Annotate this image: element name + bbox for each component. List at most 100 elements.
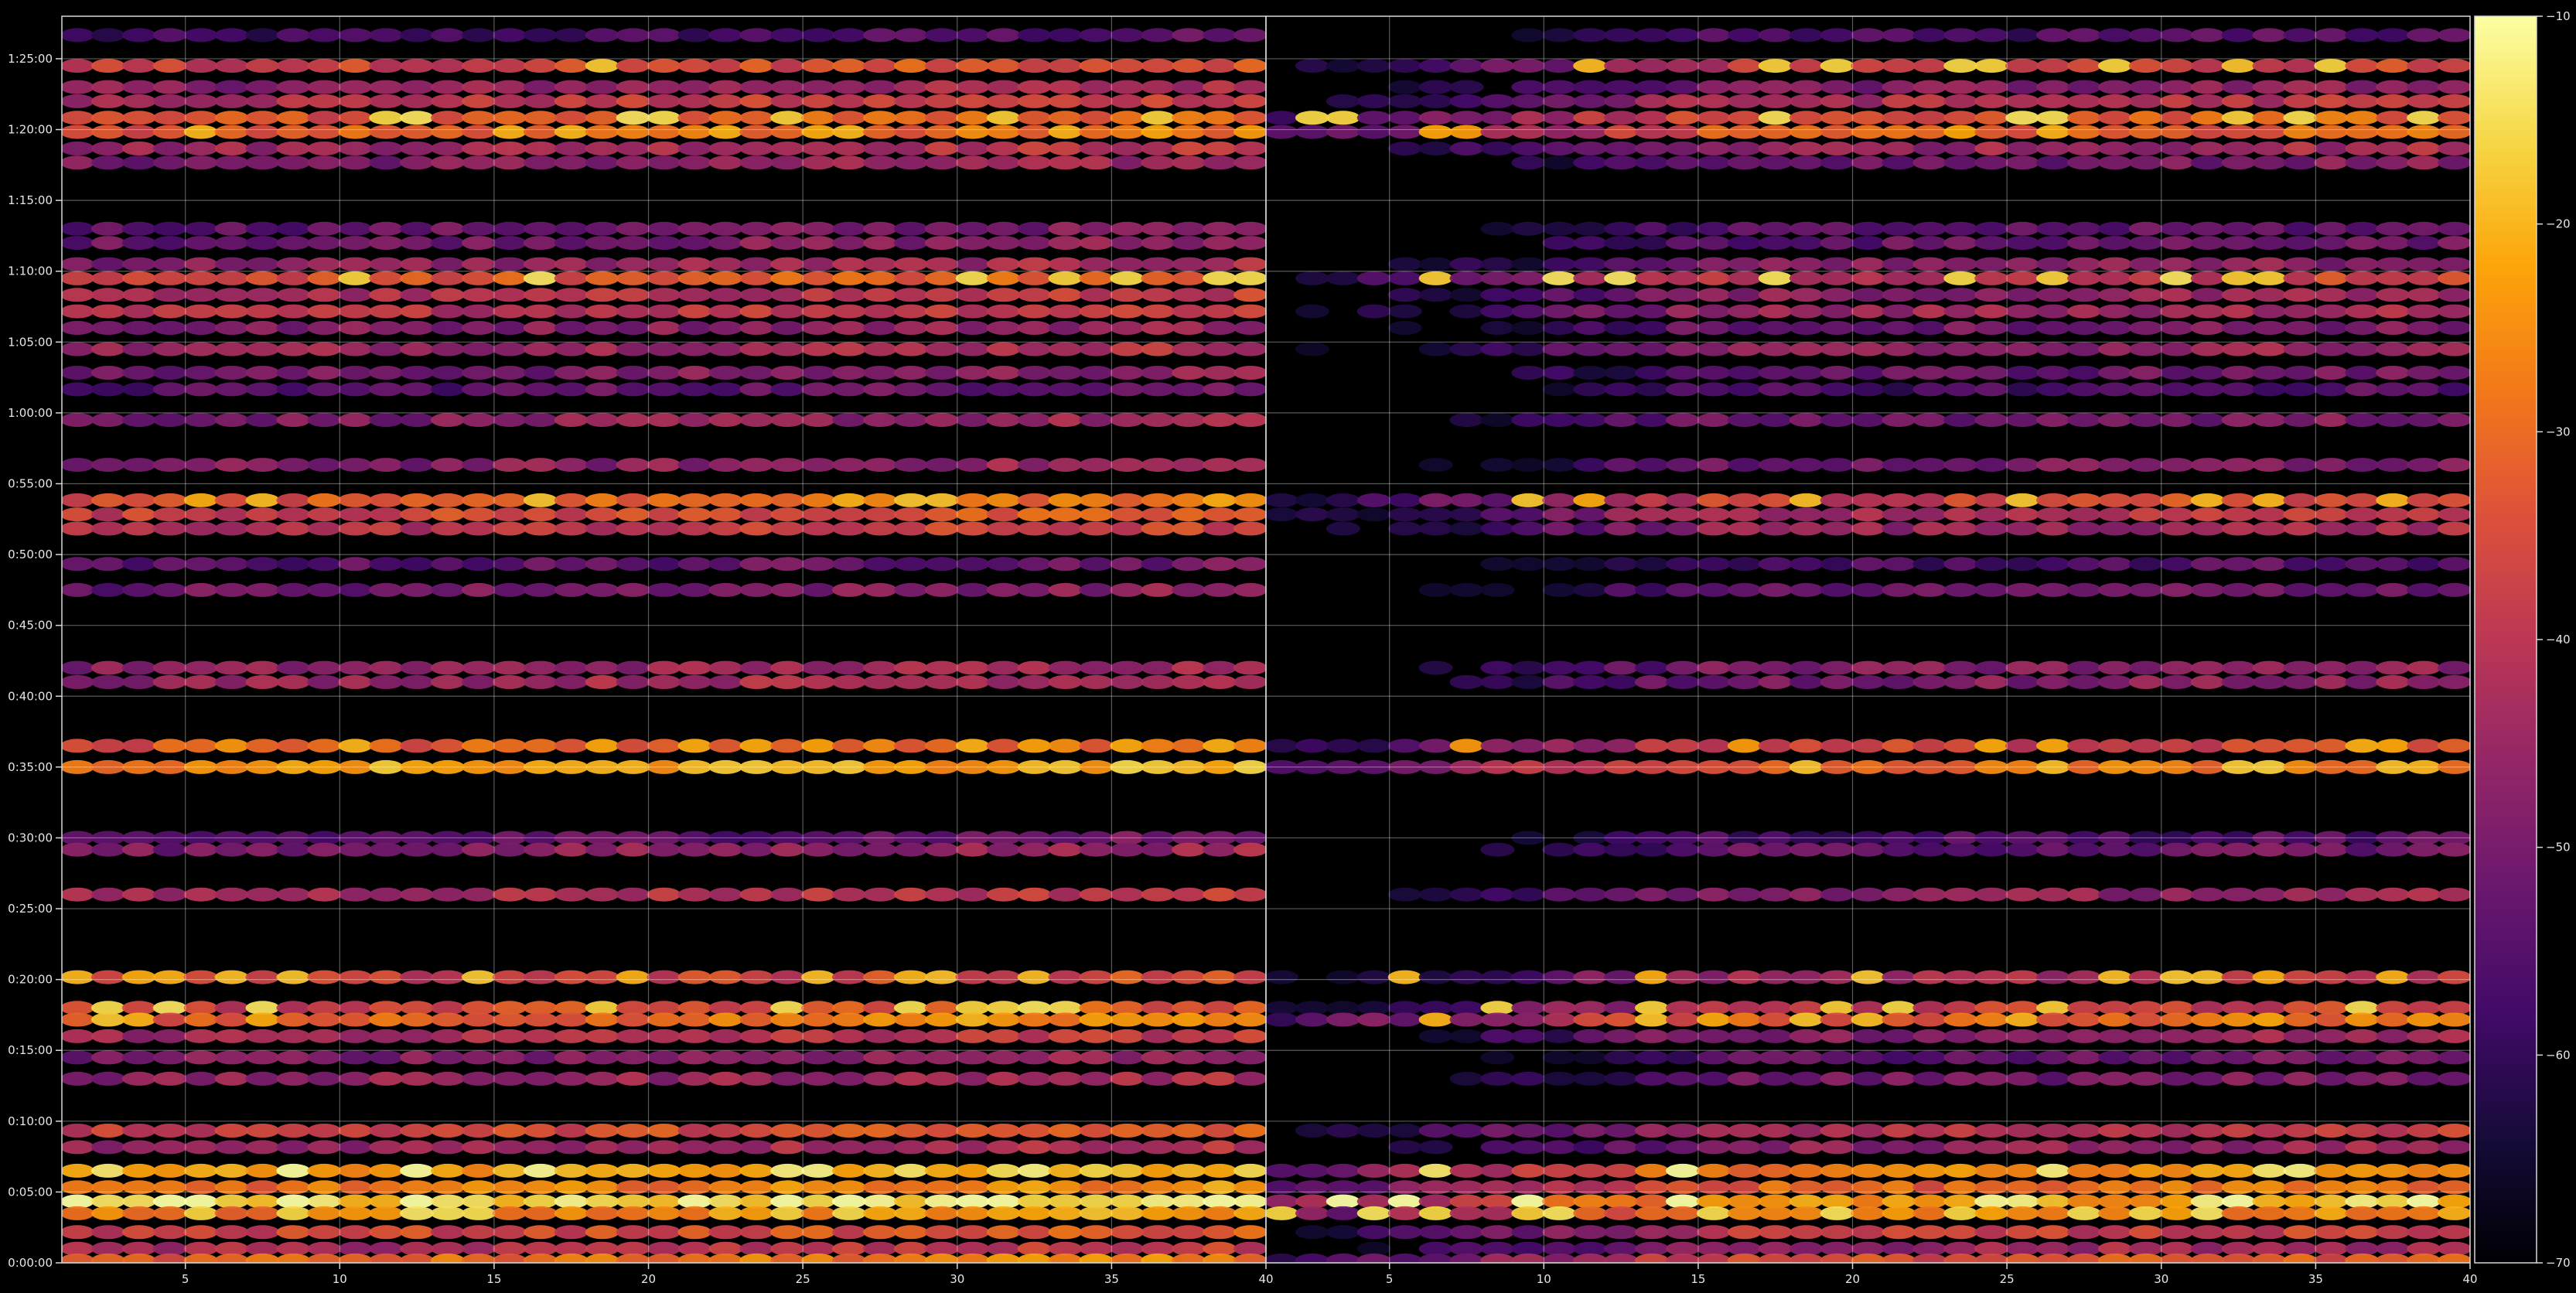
heat-cell bbox=[152, 125, 187, 139]
heat-cell bbox=[1943, 125, 1978, 139]
heat-cell bbox=[1172, 142, 1206, 155]
heat-cell bbox=[1233, 342, 1266, 357]
heat-cell bbox=[986, 1206, 1021, 1220]
heat-cell bbox=[832, 675, 866, 689]
heat-cell bbox=[152, 382, 187, 397]
heat-cell bbox=[2221, 970, 2256, 984]
heat-cell bbox=[523, 155, 558, 170]
heat-cell bbox=[2190, 94, 2225, 108]
heat-cell bbox=[2376, 507, 2411, 522]
heat-cell bbox=[183, 970, 218, 984]
heat-cell bbox=[1635, 221, 1669, 236]
heat-cell bbox=[245, 125, 280, 139]
heat-cell bbox=[462, 582, 496, 597]
heat-cell bbox=[986, 342, 1021, 357]
heat-cell bbox=[1356, 1124, 1391, 1138]
heat-cell bbox=[1110, 521, 1145, 536]
heat-cell bbox=[90, 1225, 125, 1240]
heat-cell bbox=[276, 28, 311, 43]
heat-cell bbox=[1048, 557, 1083, 571]
heat-cell bbox=[1141, 304, 1175, 319]
heat-cell bbox=[1635, 1225, 1669, 1240]
heat-cell bbox=[1974, 1012, 2009, 1027]
heat-cell bbox=[986, 257, 1021, 271]
heat-cell bbox=[1079, 28, 1114, 43]
heat-cell bbox=[2407, 59, 2441, 73]
heat-cell bbox=[2128, 236, 2163, 251]
heat-cell bbox=[739, 582, 774, 597]
heat-cell bbox=[677, 366, 712, 380]
heat-cell bbox=[955, 582, 990, 597]
heat-cell bbox=[1573, 1253, 1608, 1263]
heat-cell bbox=[1172, 970, 1206, 984]
heat-cell bbox=[1326, 1012, 1360, 1027]
heat-cell bbox=[2376, 582, 2411, 597]
heat-cell bbox=[90, 221, 125, 236]
heat-cell bbox=[1974, 842, 2009, 857]
heat-cell bbox=[986, 1071, 1021, 1086]
heat-cell bbox=[1233, 1163, 1266, 1178]
heat-cell bbox=[462, 342, 496, 357]
heat-cell bbox=[1511, 257, 1546, 271]
heat-cell bbox=[245, 1071, 280, 1086]
heat-cell bbox=[1604, 28, 1639, 43]
heat-cell bbox=[1758, 413, 1793, 428]
heat-cell bbox=[2067, 221, 2101, 236]
heat-cell bbox=[1295, 1163, 1329, 1178]
heat-cell bbox=[647, 1071, 681, 1086]
heat-cell bbox=[1696, 1163, 1731, 1178]
heat-cell bbox=[2345, 382, 2380, 397]
heat-cell bbox=[2252, 321, 2287, 335]
heat-cell bbox=[1573, 1012, 1608, 1027]
heat-cell bbox=[1418, 342, 1453, 357]
heat-cell bbox=[369, 257, 404, 271]
heat-cell bbox=[276, 257, 311, 271]
heat-cell bbox=[893, 288, 928, 302]
heat-cell bbox=[1974, 1071, 2009, 1086]
heat-cell bbox=[307, 111, 342, 125]
heat-cell bbox=[1974, 660, 2009, 675]
heat-cell bbox=[431, 1071, 465, 1086]
heat-cell bbox=[462, 1140, 496, 1155]
heat-cell bbox=[1882, 1071, 1916, 1086]
heat-cell bbox=[893, 458, 928, 473]
heat-cell bbox=[2067, 675, 2101, 689]
heat-cell bbox=[1882, 271, 1916, 285]
heat-cell bbox=[1727, 304, 1762, 319]
heat-cell bbox=[616, 304, 650, 319]
heat-cell bbox=[2438, 675, 2470, 689]
heat-cell bbox=[677, 59, 712, 73]
heat-cell bbox=[338, 413, 373, 428]
heat-cell bbox=[1604, 94, 1639, 108]
heat-cell bbox=[307, 125, 342, 139]
heat-cell bbox=[214, 382, 249, 397]
heat-cell bbox=[1974, 80, 2009, 94]
heat-cell bbox=[2314, 321, 2349, 335]
heat-cell bbox=[2407, 28, 2441, 43]
heat-cell bbox=[2438, 342, 2470, 357]
heat-cell bbox=[1943, 739, 1978, 753]
heat-cell bbox=[863, 582, 897, 597]
heat-cell bbox=[431, 28, 465, 43]
heat-cell bbox=[1851, 342, 1885, 357]
heat-cell bbox=[1079, 288, 1114, 302]
heat-cell bbox=[400, 342, 435, 357]
heat-cell bbox=[1882, 366, 1916, 380]
heat-cell bbox=[1203, 1071, 1237, 1086]
heat-cell bbox=[2067, 660, 2101, 675]
heat-cell bbox=[1449, 288, 1484, 302]
heat-cell bbox=[986, 1124, 1021, 1138]
heat-cell bbox=[1882, 887, 1916, 902]
heat-cell bbox=[2190, 1206, 2225, 1220]
heat-cell bbox=[1882, 1050, 1916, 1065]
heat-cell bbox=[2345, 271, 2380, 285]
heat-cell bbox=[1820, 842, 1854, 857]
heat-cell bbox=[554, 1140, 589, 1155]
heat-cell bbox=[585, 382, 619, 397]
heat-cell bbox=[307, 493, 342, 507]
heat-cell bbox=[2376, 382, 2411, 397]
heat-cell bbox=[121, 413, 156, 428]
heat-cell bbox=[2097, 1029, 2132, 1043]
heat-cell bbox=[2097, 257, 2132, 271]
heat-cell bbox=[1758, 1206, 1793, 1220]
